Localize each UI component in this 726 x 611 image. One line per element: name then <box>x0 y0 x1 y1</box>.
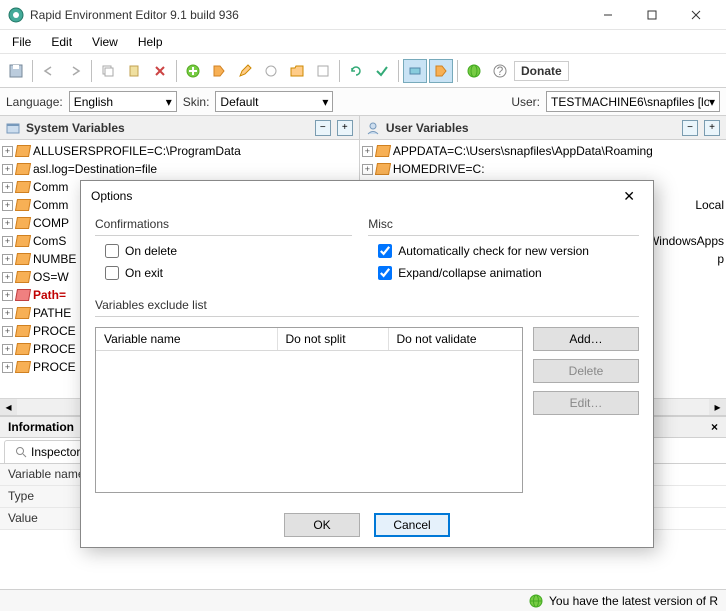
on-delete-checkbox[interactable]: On delete <box>105 244 352 258</box>
ok-button[interactable]: OK <box>284 513 360 537</box>
dialog-titlebar: Options ✕ <box>81 181 653 211</box>
dialog-close-icon[interactable]: ✕ <box>615 184 643 209</box>
misc-group-title: Misc <box>368 217 639 236</box>
delete-button[interactable]: Delete <box>533 359 639 383</box>
on-exit-checkbox[interactable]: On exit <box>105 266 352 280</box>
options-dialog: Options ✕ Confirmations On delete On exi… <box>80 180 654 548</box>
dialog-title: Options <box>91 189 615 203</box>
col-do-not-validate[interactable]: Do not validate <box>389 328 523 350</box>
add-button[interactable]: Add… <box>533 327 639 351</box>
col-do-not-split[interactable]: Do not split <box>278 328 389 350</box>
exclude-list-title: Variables exclude list <box>95 298 639 317</box>
col-variable-name[interactable]: Variable name <box>96 328 278 350</box>
edit-button[interactable]: Edit… <box>533 391 639 415</box>
expand-anim-checkbox[interactable]: Expand/collapse animation <box>378 266 639 280</box>
auto-check-checkbox[interactable]: Automatically check for new version <box>378 244 639 258</box>
confirmations-group-title: Confirmations <box>95 217 352 236</box>
cancel-button[interactable]: Cancel <box>374 513 450 537</box>
exclude-listbox[interactable]: Variable name Do not split Do not valida… <box>95 327 523 493</box>
